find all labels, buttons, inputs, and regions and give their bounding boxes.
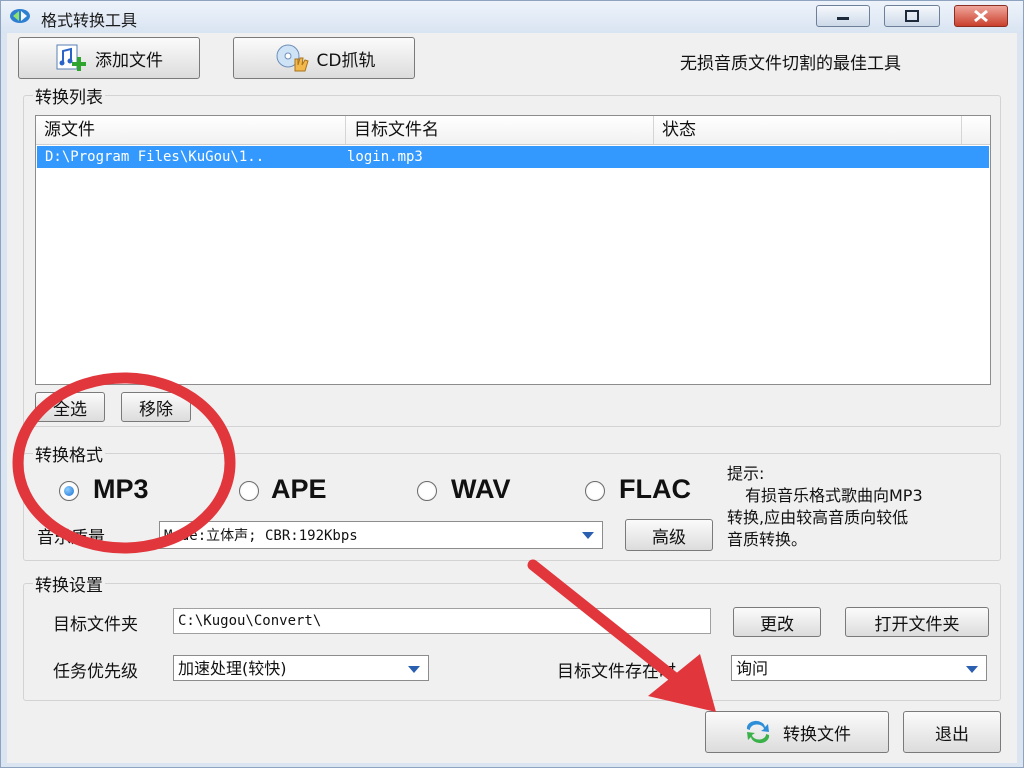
priority-value: 加速处理(较快) (178, 659, 287, 678)
cd-rip-button[interactable]: CD抓轨 (233, 37, 415, 79)
quality-label: 音乐质量 (37, 528, 105, 548)
radio-flac-label[interactable]: FLAC (619, 474, 691, 505)
minimize-button[interactable] (816, 5, 870, 27)
title-bar[interactable]: 格式转换工具 (1, 1, 1023, 33)
column-header-source[interactable]: 源文件 (36, 116, 346, 144)
exists-select[interactable]: 询问 (731, 655, 987, 681)
priority-label: 任务优先级 (53, 662, 138, 682)
chevron-down-icon (408, 666, 420, 673)
radio-ape-label[interactable]: APE (271, 474, 327, 505)
change-folder-button[interactable]: 更改 (733, 607, 821, 637)
select-all-button[interactable]: 全选 (35, 392, 105, 422)
convert-list-legend: 转换列表 (33, 83, 105, 108)
slogan-text: 无损音质文件切割的最佳工具 (680, 54, 901, 74)
row-target: login.mp3 (347, 149, 423, 165)
client-area: 添加文件 CD抓轨 无损音质文件切割的最佳工具 转换列表 源文件 目标文件名 状… (7, 33, 1017, 763)
add-music-file-icon (56, 44, 86, 71)
settings-legend: 转换设置 (33, 571, 105, 596)
open-folder-button[interactable]: 打开文件夹 (845, 607, 989, 637)
close-icon (974, 9, 988, 23)
chevron-down-icon (582, 532, 594, 539)
hint-title: 提示: (727, 464, 765, 483)
list-header: 源文件 目标文件名 状态 (36, 116, 990, 145)
cd-hand-icon (276, 44, 309, 72)
add-file-label: 添加文件 (95, 50, 163, 71)
app-icon (10, 9, 30, 23)
cd-rip-label: CD抓轨 (316, 50, 376, 71)
exit-button[interactable]: 退出 (903, 711, 1001, 753)
exists-label: 目标文件存在时 (557, 662, 676, 682)
exists-value: 询问 (736, 659, 769, 678)
radio-wav[interactable] (417, 481, 437, 501)
convert-file-button[interactable]: 转换文件 (705, 711, 889, 753)
close-button[interactable] (954, 5, 1008, 27)
convert-file-label: 转换文件 (783, 724, 851, 745)
hint-line-2: 转换,应由较高音质向较低 (727, 508, 909, 527)
maximize-button[interactable] (884, 5, 940, 27)
radio-mp3[interactable] (59, 481, 79, 501)
convert-list-view[interactable]: 源文件 目标文件名 状态 D:\Program Files\KuGou\1.. … (35, 115, 991, 385)
radio-ape[interactable] (239, 481, 259, 501)
maximize-icon (905, 10, 919, 22)
quality-select[interactable]: Mode:立体声; CBR:192Kbps (159, 521, 603, 549)
format-legend: 转换格式 (33, 441, 105, 466)
add-file-button[interactable]: 添加文件 (18, 37, 200, 79)
target-folder-label: 目标文件夹 (53, 615, 138, 635)
hint-line-1: 有损音乐格式歌曲向MP3 (745, 486, 923, 505)
remove-button[interactable]: 移除 (121, 392, 191, 422)
settings-group (23, 583, 1001, 701)
radio-mp3-label[interactable]: MP3 (93, 474, 149, 505)
app-window: 格式转换工具 添加文件 CD抓轨 无损音质文件切割的最佳工具 转换列表 源文件 … (0, 0, 1024, 768)
target-folder-input[interactable]: C:\Kugou\Convert\ (173, 608, 711, 634)
quality-value: Mode:立体声; CBR:192Kbps (164, 528, 358, 544)
radio-wav-label[interactable]: WAV (451, 474, 511, 505)
hint-box: 提示: 有损音乐格式歌曲向MP3 转换,应由较高音质向较低 音质转换。 (727, 463, 1003, 551)
chevron-down-icon (966, 666, 978, 673)
window-title: 格式转换工具 (41, 11, 138, 30)
minimize-icon (837, 17, 849, 20)
convert-arrows-icon (746, 720, 770, 744)
radio-flac[interactable] (585, 481, 605, 501)
column-header-target[interactable]: 目标文件名 (346, 116, 654, 144)
list-row[interactable]: D:\Program Files\KuGou\1.. login.mp3 (37, 146, 989, 168)
hint-line-3: 音质转换。 (727, 530, 808, 549)
row-source: D:\Program Files\KuGou\1.. (45, 149, 265, 165)
priority-select[interactable]: 加速处理(较快) (173, 655, 429, 681)
column-header-status[interactable]: 状态 (654, 116, 962, 144)
advanced-button[interactable]: 高级 (625, 519, 713, 551)
